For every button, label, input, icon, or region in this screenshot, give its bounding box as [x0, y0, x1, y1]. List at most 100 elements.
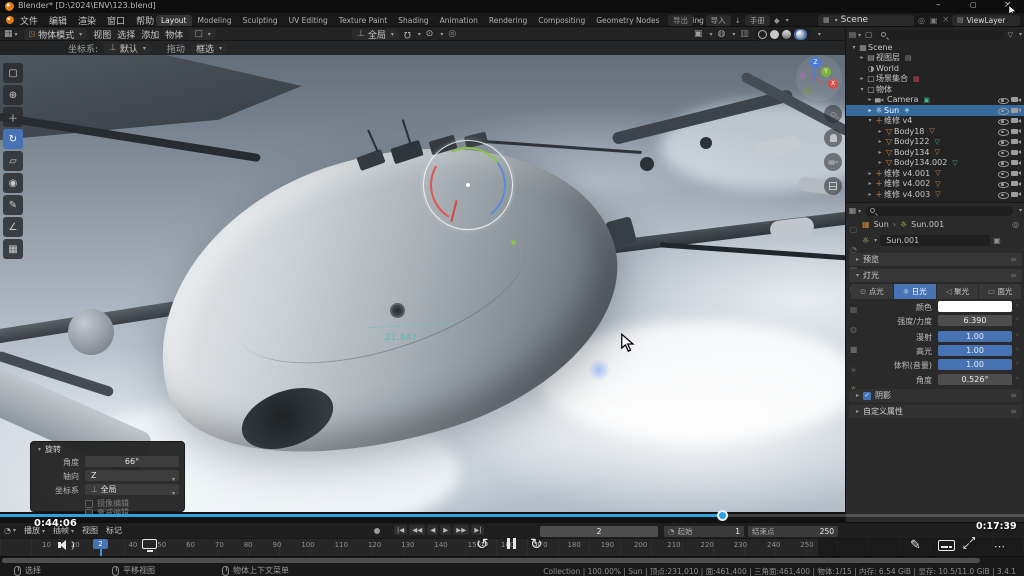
render-visibility-icon[interactable]	[1011, 96, 1022, 104]
outliner-row-scene[interactable]: ▾▦Scene	[846, 42, 1024, 53]
end-frame-field[interactable]: 250	[820, 527, 834, 536]
menu-help[interactable]: 帮助	[136, 14, 154, 27]
rotate-gizmo[interactable]	[423, 140, 513, 230]
color-swatch[interactable]	[938, 301, 1012, 312]
mode-dropdown[interactable]: ◳ 物体模式▾	[24, 28, 88, 40]
outliner-display-mode-icon[interactable]: ▤▾	[849, 30, 861, 39]
render-visibility-icon[interactable]	[1011, 106, 1022, 114]
diffuse-slider[interactable]: 1.00	[938, 331, 1012, 342]
outliner-row-camera[interactable]: ▸Camera▣	[846, 95, 1024, 106]
light-datablock-icon[interactable]: ☼	[862, 236, 869, 245]
volume-slider[interactable]: 1.00	[938, 359, 1012, 370]
shading-wireframe-icon[interactable]	[758, 30, 767, 39]
jump-to-end-button[interactable]: ▶|	[471, 525, 484, 535]
camera-view-button[interactable]	[824, 153, 842, 171]
shading-rendered-active[interactable]	[794, 29, 807, 40]
light-type-spot[interactable]: ◁ 聚光	[937, 284, 979, 299]
start-frame-field[interactable]: 1	[735, 527, 740, 536]
light-type-sun[interactable]: ☼ 日光	[894, 284, 936, 299]
minimize-button[interactable]: –	[936, 0, 941, 10]
workspace-tab-geometry-nodes[interactable]: Geometry Nodes	[591, 15, 664, 26]
forward-30-icon[interactable]: ↻30	[530, 535, 543, 553]
timeline-scrollbar[interactable]	[2, 558, 980, 563]
rewind-10-icon[interactable]: ↺10	[476, 535, 489, 553]
hide-eye-icon[interactable]	[998, 159, 1008, 167]
breadcrumb-object[interactable]: Sun	[874, 220, 889, 229]
shadow-checkbox[interactable]: ✓	[863, 392, 871, 400]
render-visibility-icon[interactable]	[1011, 180, 1022, 188]
render-visibility-icon[interactable]	[1011, 138, 1022, 146]
animate-dot[interactable]: ·	[1016, 315, 1019, 324]
pin-icon[interactable]: ◎	[1012, 220, 1019, 229]
workspace-tab-animation[interactable]: Animation	[435, 15, 483, 26]
outliner-row-weixiu-v4-002[interactable]: ▸＋维修 v4.002▽	[846, 179, 1024, 190]
workspace-tab-modeling[interactable]: Modeling	[193, 15, 237, 26]
hide-eye-icon[interactable]	[998, 106, 1008, 114]
outliner-row-scene-collection[interactable]: ▸▢场景集合▦	[846, 74, 1024, 85]
hide-eye-icon[interactable]	[998, 117, 1008, 125]
properties-search-input[interactable]	[865, 206, 1013, 216]
pivot-point-icon[interactable]: ⊙	[426, 29, 434, 39]
snap-magnet-icon[interactable]: Ω	[404, 29, 411, 39]
mode-options-button[interactable]: ▢▾	[189, 29, 216, 40]
shading-solid-icon[interactable]	[770, 30, 779, 39]
operator-panel-rotate[interactable]: ▾旋转 角度 66° 轴向 Z▾ 坐标系 ⊥ 全局▾ 镜像编辑 衰减编辑	[30, 441, 185, 512]
menu-view[interactable]: 视图	[93, 28, 111, 41]
axis-dropdown[interactable]: Z▾	[85, 470, 179, 481]
properties-tab-tool[interactable]: ▢	[848, 225, 859, 234]
light-type-area[interactable]: ▭ 面光	[979, 284, 1021, 299]
hide-eye-icon[interactable]	[998, 127, 1008, 135]
tool-rotate[interactable]: ↻	[3, 129, 23, 149]
video-progress-knob[interactable]	[717, 510, 728, 521]
blender-menu-icon[interactable]	[6, 16, 14, 24]
orientation-setting-dropdown[interactable]: ⊥默认▾	[104, 43, 151, 54]
tool-move[interactable]: ＋	[3, 107, 23, 127]
outliner-row-body134[interactable]: ▸▽Body134▽	[846, 147, 1024, 158]
fake-user-shield-icon[interactable]: ▣	[993, 236, 1001, 245]
menu-add[interactable]: 添加	[141, 28, 159, 41]
maximize-button[interactable]: ▢	[970, 1, 977, 9]
menu-file[interactable]: 文件	[20, 14, 38, 27]
nav-axis-z[interactable]: Z	[810, 57, 821, 68]
animate-dot[interactable]: ·	[1016, 345, 1019, 354]
outliner-row-body122[interactable]: ▸▽Body122▽	[846, 137, 1024, 148]
animate-dot[interactable]: ·	[1016, 374, 1019, 383]
video-progress-played[interactable]	[0, 514, 723, 517]
angle-field[interactable]: 0.526°	[938, 374, 1012, 385]
hide-eye-icon[interactable]	[998, 180, 1008, 188]
panel-light-header[interactable]: ▾灯光≡	[849, 269, 1022, 282]
unlink-icon[interactable]: ×	[942, 15, 950, 25]
filter-funnel-icon[interactable]: ▽	[1008, 31, 1013, 39]
angle-field[interactable]: 66°	[85, 456, 179, 467]
outliner-row-sun[interactable]: ▸☼Sun◈	[846, 105, 1024, 116]
render-visibility-icon[interactable]	[1011, 169, 1022, 177]
manual-button[interactable]: 手册	[745, 15, 770, 26]
workspace-tab-shading[interactable]: Shading	[393, 15, 433, 26]
volume-icon[interactable]	[58, 539, 74, 552]
zoom-button[interactable]	[824, 105, 842, 123]
shading-material-icon[interactable]	[782, 30, 791, 39]
hide-eye-icon[interactable]	[998, 96, 1008, 104]
outliner-row-weixiu-v4-003[interactable]: ▸＋维修 v4.003▽	[846, 189, 1024, 200]
outliner-row-weixiu-v4-001[interactable]: ▸＋维修 v4.001▽	[846, 168, 1024, 179]
workspace-tab-layout[interactable]: Layout	[156, 15, 192, 26]
outliner-row-body18[interactable]: ▸▽Body18▽	[846, 126, 1024, 137]
specular-slider[interactable]: 1.00	[938, 345, 1012, 356]
nav-axis-neg[interactable]	[804, 87, 811, 94]
animate-dot[interactable]: ·	[1016, 359, 1019, 368]
render-visibility-icon[interactable]	[1011, 190, 1022, 198]
tool-annotate[interactable]: ✎	[3, 195, 23, 215]
light-type-point[interactable]: ⊙ 点光	[851, 284, 893, 299]
auto-key-record-icon[interactable]	[374, 528, 380, 534]
outliner-row-world[interactable]: ◑World	[846, 63, 1024, 74]
brush-icon[interactable]: ◆	[774, 16, 780, 25]
overlays-toggle-icon[interactable]: ◍	[718, 29, 726, 39]
hide-eye-icon[interactable]	[998, 190, 1008, 198]
menu-view[interactable]: 视图	[82, 525, 98, 536]
panel-custom-header[interactable]: ▸自定义属性≡	[849, 405, 1022, 418]
orientation-op-dropdown[interactable]: ⊥ 全局▾	[85, 484, 179, 495]
workspace-tab-texture-paint[interactable]: Texture Paint	[334, 15, 392, 26]
pin-icon[interactable]: ◎	[918, 16, 925, 25]
play-reverse-button[interactable]: ◀	[427, 525, 438, 535]
panel-shadow-header[interactable]: ▸✓阴影≡	[849, 389, 1022, 402]
